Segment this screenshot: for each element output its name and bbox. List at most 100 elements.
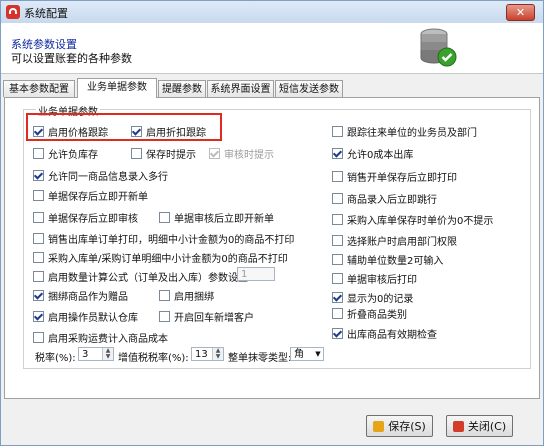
rounding-type-value: 角	[294, 349, 304, 360]
tab-sms-params[interactable]: 短信发送参数	[275, 80, 343, 97]
checkbox-box	[33, 332, 44, 343]
print-after-sales-save-checkbox[interactable]: 销售开单保存后立即打印	[332, 169, 457, 184]
checkbox-label: 启用数量计算公式（订单及出入库）参数设置：	[48, 273, 258, 284]
aux-unit-qty-input-checkbox[interactable]: 辅助单位数量2可输入	[332, 252, 443, 267]
checkbox-label: 启用采购运费计入商品成本	[48, 334, 168, 345]
zero-price-purchase-prompt-checkbox[interactable]: 采购入库单保存时单价为0不提示	[332, 212, 493, 227]
checkbox-box	[33, 252, 44, 263]
prompt-on-review-checkbox[interactable]: 审核时提示	[209, 146, 274, 161]
allow-same-item-multirow-checkbox[interactable]: 允许同一商品信息录入多行	[33, 168, 168, 183]
title-bar[interactable]: 系统配置 ✕	[1, 1, 543, 24]
checkbox-label: 销售出库单订单打印，明细中小计金额为0的商品不打印	[48, 235, 295, 246]
checkbox-label: 单据保存后立即审核	[48, 214, 138, 225]
checkbox-box	[131, 148, 142, 159]
new-after-save-checkbox[interactable]: 单据保存后立即开新单	[33, 188, 148, 203]
checkbox-label: 开启回车新增客户	[174, 313, 254, 324]
checkbox-label: 单据审核后打印	[347, 275, 417, 286]
checkbox-label: 显示为0的记录	[347, 294, 414, 305]
rounding-type-select[interactable]: 角 ▼	[290, 347, 324, 361]
bundle-as-gift-checkbox[interactable]: 捆绑商品作为赠品	[33, 288, 128, 303]
show-zero-records-checkbox[interactable]: 显示为0的记录	[332, 290, 413, 305]
window-title: 系统配置	[24, 7, 68, 20]
checkbox-label: 保存时提示	[146, 150, 196, 161]
vat-rate-input[interactable]: 13 ▲ ▼	[191, 347, 224, 361]
close-window-button[interactable]: ✕	[506, 4, 535, 21]
checkbox-label: 跟踪往来单位的业务员及部门	[347, 128, 477, 139]
save-button[interactable]: 保存(S)	[366, 415, 433, 437]
close-button-label: 关闭(C)	[467, 420, 507, 433]
checkbox-label: 采购入库单保存时单价为0不提示	[347, 216, 494, 227]
app-icon	[6, 5, 20, 19]
checkbox-box	[209, 148, 220, 159]
checkbox-box	[33, 290, 44, 301]
save-icon	[373, 420, 385, 432]
checkbox-box	[33, 271, 44, 282]
allow-zero-cost-out-checkbox[interactable]: 允许0成本出库	[332, 146, 413, 161]
highlight-box	[26, 113, 222, 141]
tab-basic-params[interactable]: 基本参数配置	[3, 80, 75, 97]
checkbox-box	[332, 126, 343, 137]
allow-negative-stock-checkbox[interactable]: 允许负库存	[33, 146, 98, 161]
checkbox-box	[332, 193, 343, 204]
checkbox-label: 选择账户时启用部门权限	[347, 237, 457, 248]
spinner-arrows-icon[interactable]: ▲ ▼	[212, 348, 223, 360]
checkbox-label: 单据审核后立即开新单	[174, 214, 274, 225]
checkbox-label: 商品录入后立即跳行	[347, 195, 437, 206]
enable-bundle-checkbox[interactable]: 启用捆绑	[159, 288, 214, 303]
checkbox-label: 允许0成本出库	[347, 150, 414, 161]
track-partner-salesman-checkbox[interactable]: 跟踪往来单位的业务员及部门	[332, 124, 477, 139]
tax-rate-input[interactable]: 3 ▲ ▼	[78, 347, 114, 361]
checkbox-box	[33, 311, 44, 322]
checkbox-box	[332, 235, 343, 246]
checkbox-box	[159, 212, 170, 223]
checkbox-label: 销售开单保存后立即打印	[347, 173, 457, 184]
review-after-save-checkbox[interactable]: 单据保存后立即审核	[33, 210, 138, 225]
checkbox-box	[33, 233, 44, 244]
checkbox-box	[332, 292, 343, 303]
checkbox-label: 捆绑商品作为赠品	[48, 292, 128, 303]
operator-default-warehouse-checkbox[interactable]: 启用操作员默认仓库	[33, 309, 138, 324]
tax-rate-label: 税率(%):	[35, 353, 76, 364]
checkbox-label: 允许同一商品信息录入多行	[48, 172, 168, 183]
expiry-check-out-checkbox[interactable]: 出库商品有效期检查	[332, 326, 437, 341]
next-after-item-entry-checkbox[interactable]: 商品录入后立即跳行	[332, 191, 437, 206]
purchase-print-no-zero-checkbox[interactable]: 采购入库单/采购订单明细中小计金额为0的商品不打印	[33, 250, 288, 265]
close-icon	[452, 420, 464, 432]
sales-order-print-no-zero-checkbox[interactable]: 销售出库单订单打印，明细中小计金额为0的商品不打印	[33, 231, 294, 246]
close-button[interactable]: 关闭(C)	[446, 415, 513, 437]
new-client-on-enter-checkbox[interactable]: 开启回车新增客户	[159, 309, 254, 324]
checkbox-label: 采购入库单/采购订单明细中小计金额为0的商品不打印	[48, 254, 288, 265]
checkbox-label: 启用捆绑	[174, 292, 214, 303]
qty-formula-checkbox[interactable]: 启用数量计算公式（订单及出入库）参数设置：	[33, 269, 258, 284]
spinner-arrows-icon[interactable]: ▲ ▼	[102, 348, 113, 360]
qty-formula-value-input[interactable]: 1	[237, 267, 275, 281]
qty-formula-value: 1	[241, 269, 248, 280]
header-banner: 系统参数设置 可以设置账套的各种参数	[1, 23, 543, 74]
tab-business-doc-params[interactable]: 业务单据参数	[77, 78, 157, 98]
checkbox-box	[33, 148, 44, 159]
checkbox-box	[332, 148, 343, 159]
save-button-label: 保存(S)	[388, 420, 426, 433]
checkbox-label: 出库商品有效期检查	[347, 330, 437, 341]
checkbox-label: 单据保存后立即开新单	[48, 192, 148, 203]
checkbox-box	[332, 308, 343, 319]
print-after-review-checkbox[interactable]: 单据审核后打印	[332, 271, 417, 286]
tax-rate-value: 3	[82, 349, 89, 360]
purchase-freight-cost-checkbox[interactable]: 启用采购运费计入商品成本	[33, 330, 168, 345]
collapse-categories-checkbox[interactable]: 折叠商品类别	[332, 306, 407, 321]
checkbox-box	[332, 214, 343, 225]
tab-reminder-params[interactable]: 提醒参数	[158, 80, 206, 97]
prompt-on-save-checkbox[interactable]: 保存时提示	[131, 146, 196, 161]
checkbox-box	[33, 212, 44, 223]
chevron-down-icon: ▼	[315, 350, 321, 358]
checkbox-box	[33, 190, 44, 201]
checkbox-box	[332, 273, 343, 284]
new-after-review-checkbox[interactable]: 单据审核后立即开新单	[159, 210, 274, 225]
select-account-dept-checkbox[interactable]: 选择账户时启用部门权限	[332, 233, 457, 248]
tab-ui-settings[interactable]: 系统界面设置	[207, 80, 274, 97]
database-check-icon	[420, 28, 457, 67]
settings-window: 系统配置 ✕ 系统参数设置 可以设置账套的各种参数 基本参数配置 业务单据参数 …	[0, 0, 544, 446]
checkbox-box	[332, 328, 343, 339]
tab-strip: 基本参数配置 业务单据参数 提醒参数 系统界面设置 短信发送参数	[3, 78, 541, 98]
checkbox-label: 允许负库存	[48, 150, 98, 161]
